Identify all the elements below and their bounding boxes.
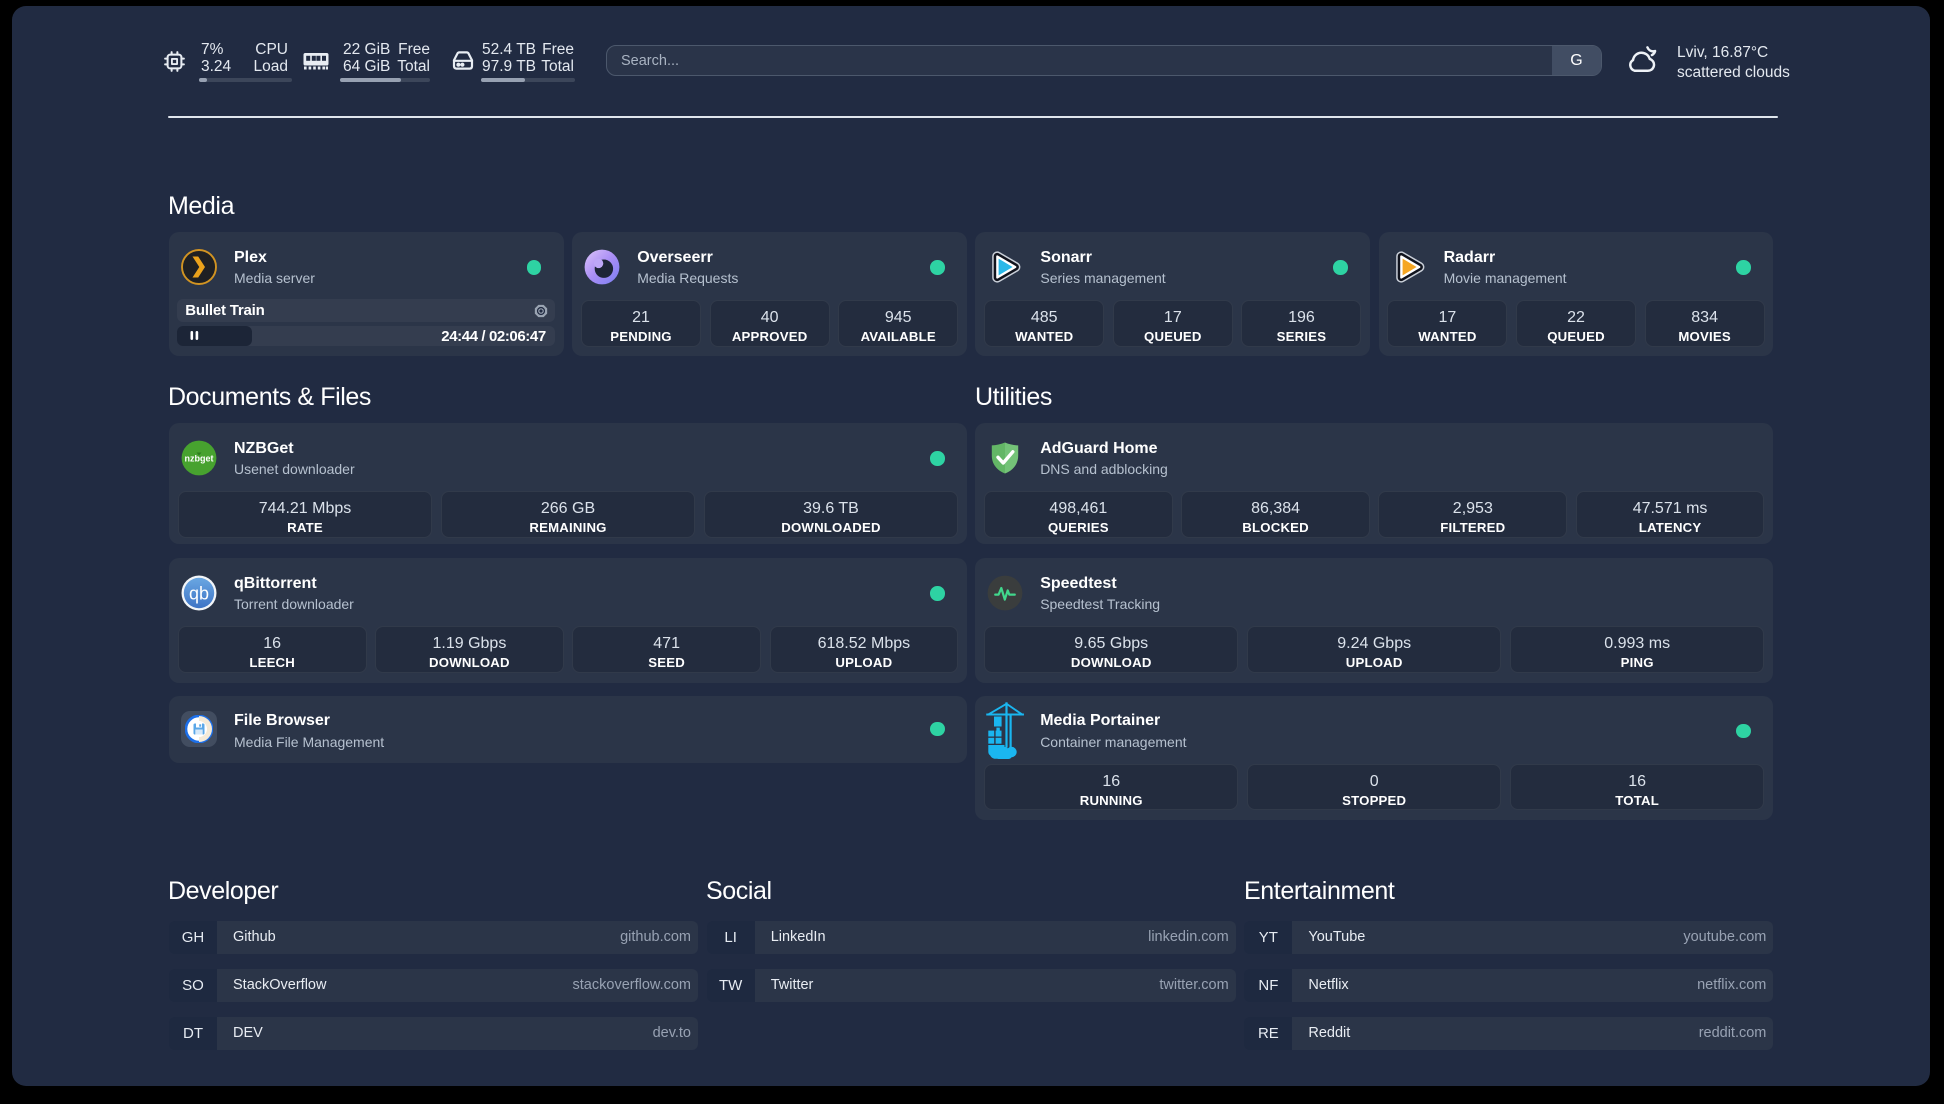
- svg-text:nzbget: nzbget: [185, 454, 214, 464]
- svg-text:qb: qb: [189, 584, 209, 604]
